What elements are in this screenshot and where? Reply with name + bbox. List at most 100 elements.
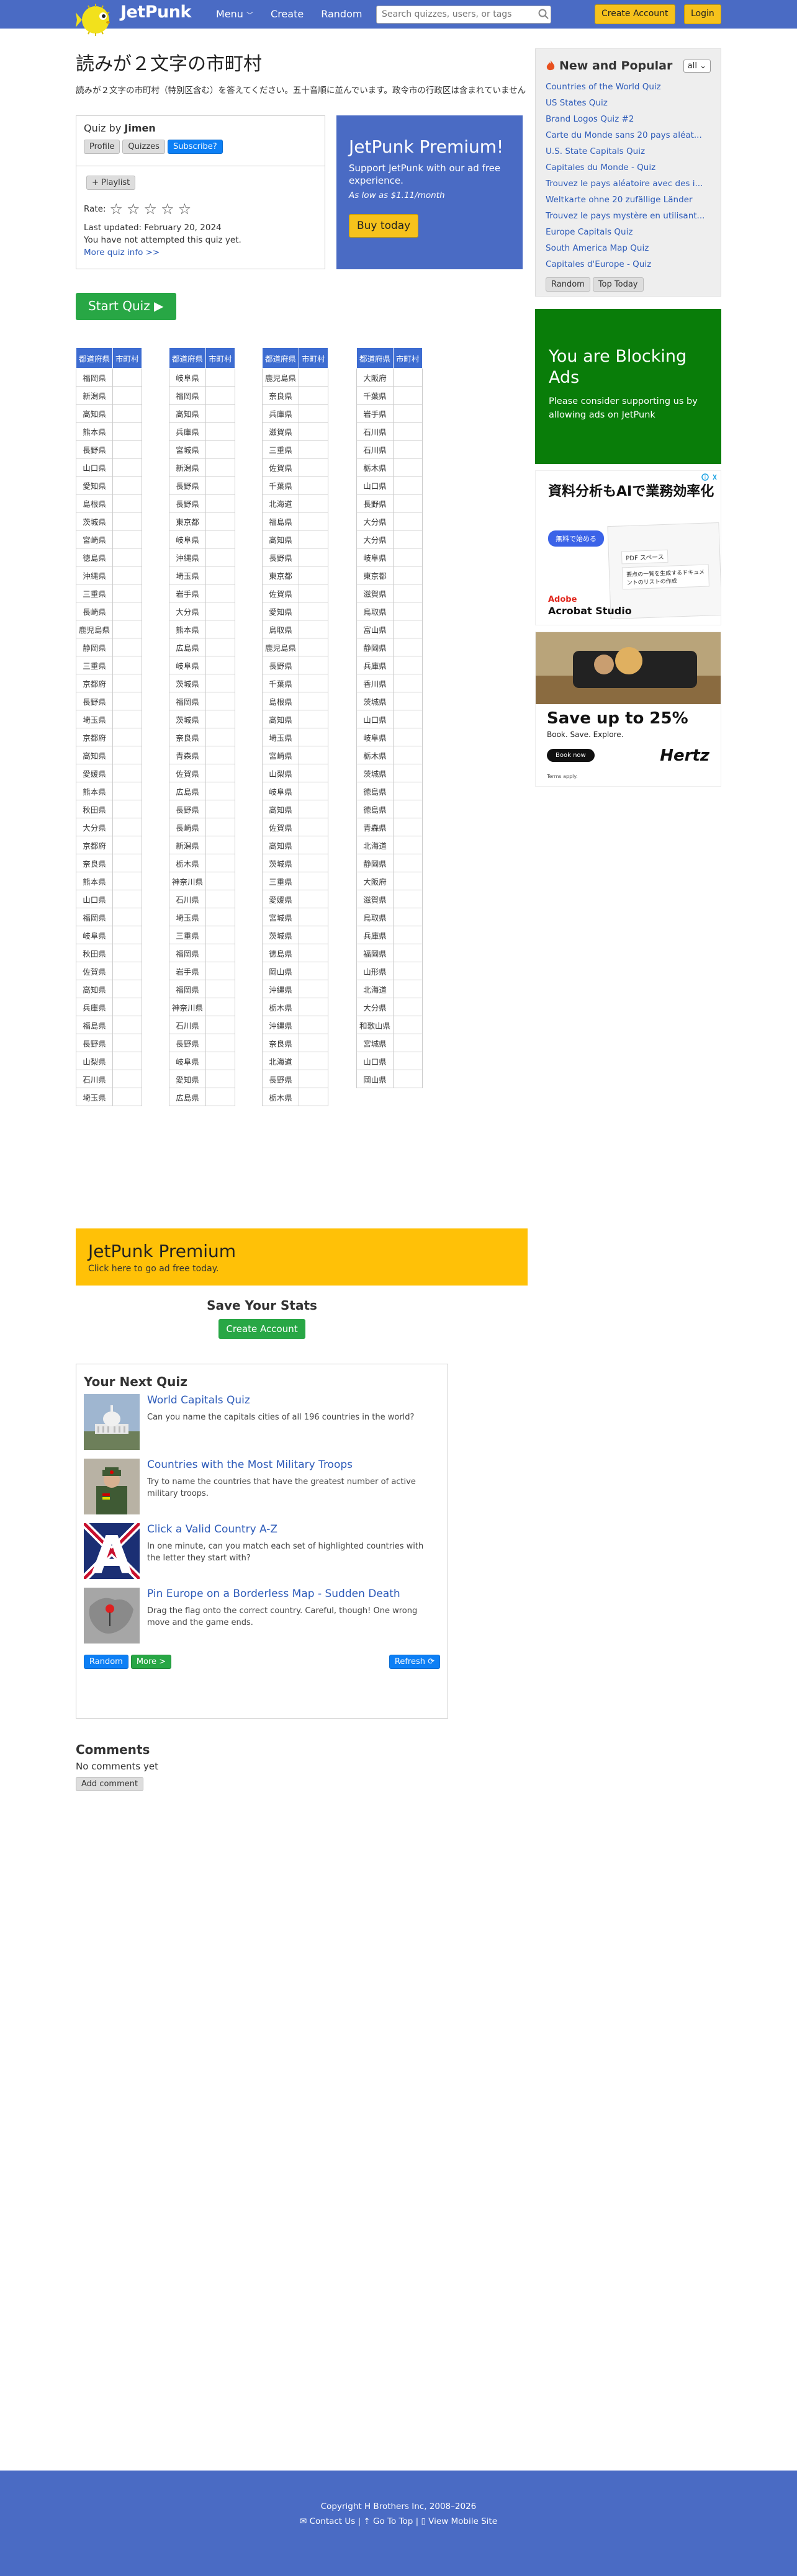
answer-cell[interactable] [112, 404, 142, 423]
answer-cell[interactable] [112, 836, 142, 854]
answer-cell[interactable] [112, 620, 142, 638]
answer-cell[interactable] [393, 422, 423, 441]
star-icon[interactable]: ☆ [161, 200, 174, 218]
answer-cell[interactable] [393, 980, 423, 998]
answer-cell[interactable] [393, 476, 423, 494]
answer-cell[interactable] [299, 962, 328, 980]
answer-cell[interactable] [205, 962, 235, 980]
answer-cell[interactable] [393, 908, 423, 926]
answer-cell[interactable] [112, 602, 142, 620]
answer-cell[interactable] [299, 764, 328, 782]
answer-cell[interactable] [299, 890, 328, 908]
answer-cell[interactable] [299, 1052, 328, 1070]
answer-cell[interactable] [112, 1034, 142, 1052]
answer-cell[interactable] [112, 872, 142, 890]
popular-quiz-link[interactable]: Countries of the World Quiz [546, 79, 712, 95]
answer-cell[interactable] [393, 620, 423, 638]
star-icon[interactable]: ☆ [127, 200, 140, 218]
next-quiz-item[interactable]: Countries with the Most Military Troops … [84, 1459, 438, 1517]
answer-cell[interactable] [205, 854, 235, 872]
adobe-ad[interactable]: i 資料分析もAIで業務効率化 無料で始める PDF スペース 要点の一覧を生成… [535, 470, 721, 625]
answer-cell[interactable] [393, 1070, 423, 1088]
popular-quiz-link[interactable]: Capitales d'Europe - Quiz [546, 256, 712, 272]
popular-quiz-link[interactable]: US States Quiz [546, 95, 712, 111]
refresh-button[interactable]: Refresh ⟳ [389, 1655, 440, 1669]
answer-cell[interactable] [112, 746, 142, 764]
answer-cell[interactable] [393, 440, 423, 458]
answer-cell[interactable] [299, 854, 328, 872]
next-quiz-title[interactable]: Click a Valid Country A-Z [147, 1523, 277, 1536]
next-quiz-item[interactable]: Pin Europe on a Borderless Map - Sudden … [84, 1588, 438, 1646]
random-quiz-button[interactable]: Random [84, 1655, 128, 1669]
sidebar-random-button[interactable]: Random [546, 277, 590, 292]
answer-cell[interactable] [393, 566, 423, 584]
star-icon[interactable]: ☆ [178, 200, 192, 218]
popular-quiz-link[interactable]: Europe Capitals Quiz [546, 224, 712, 240]
answer-cell[interactable] [299, 944, 328, 962]
answer-cell[interactable] [205, 1088, 235, 1106]
star-icon[interactable]: ☆ [144, 200, 158, 218]
answer-cell[interactable] [393, 944, 423, 962]
answer-cell[interactable] [299, 440, 328, 458]
answer-cell[interactable] [205, 566, 235, 584]
answer-cell[interactable] [393, 674, 423, 692]
answer-cell[interactable] [299, 476, 328, 494]
answer-cell[interactable] [299, 620, 328, 638]
answer-cell[interactable] [205, 1016, 235, 1034]
answer-cell[interactable] [205, 440, 235, 458]
answer-cell[interactable] [205, 782, 235, 800]
answer-cell[interactable] [299, 1070, 328, 1088]
answer-cell[interactable] [393, 602, 423, 620]
answer-cell[interactable] [112, 566, 142, 584]
answer-cell[interactable] [393, 782, 423, 800]
popular-quiz-link[interactable]: Carte du Monde sans 20 pays aléat... [546, 127, 712, 143]
answer-cell[interactable] [205, 494, 235, 512]
answer-cell[interactable] [205, 386, 235, 405]
profile-button[interactable]: Profile [84, 140, 120, 154]
answer-cell[interactable] [393, 1052, 423, 1070]
answer-cell[interactable] [299, 980, 328, 998]
answer-cell[interactable] [299, 566, 328, 584]
answer-cell[interactable] [393, 818, 423, 836]
answer-cell[interactable] [205, 548, 235, 566]
answer-cell[interactable] [299, 1034, 328, 1052]
answer-cell[interactable] [299, 368, 328, 387]
answer-cell[interactable] [205, 656, 235, 674]
answer-cell[interactable] [299, 710, 328, 728]
star-icon[interactable]: ☆ [110, 200, 124, 218]
answer-cell[interactable] [299, 782, 328, 800]
answer-cell[interactable] [112, 638, 142, 656]
answer-cell[interactable] [393, 962, 423, 980]
answer-cell[interactable] [205, 674, 235, 692]
answer-cell[interactable] [112, 818, 142, 836]
quizzes-button[interactable]: Quizzes [122, 140, 165, 154]
answer-cell[interactable] [112, 854, 142, 872]
answer-cell[interactable] [205, 908, 235, 926]
next-quiz-title[interactable]: Pin Europe on a Borderless Map - Sudden … [147, 1588, 400, 1600]
footer-links[interactable]: ✉ Contact Us | ⇡ Go To Top | ▯ View Mobi… [0, 2516, 797, 2526]
answer-cell[interactable] [393, 800, 423, 818]
answer-cell[interactable] [205, 1052, 235, 1070]
answer-cell[interactable] [112, 548, 142, 566]
popular-quiz-link[interactable]: Brand Logos Quiz #2 [546, 111, 712, 127]
answer-cell[interactable] [205, 1034, 235, 1052]
answer-cell[interactable] [205, 476, 235, 494]
popular-quiz-link[interactable]: South America Map Quiz [546, 240, 712, 256]
answer-cell[interactable] [205, 512, 235, 530]
start-quiz-button[interactable]: Start Quiz ▶ [76, 293, 176, 320]
answer-cell[interactable] [393, 746, 423, 764]
answer-cell[interactable] [299, 584, 328, 602]
answer-cell[interactable] [299, 512, 328, 530]
answer-cell[interactable] [393, 512, 423, 530]
answer-cell[interactable] [393, 548, 423, 566]
answer-cell[interactable] [205, 818, 235, 836]
next-quiz-item[interactable]: World Capitals Quiz Can you name the cap… [84, 1394, 438, 1452]
next-quiz-item[interactable]: A Click a Valid Country A-Z In one minut… [84, 1523, 438, 1581]
popular-quiz-link[interactable]: U.S. State Capitals Quiz [546, 143, 712, 159]
answer-cell[interactable] [205, 746, 235, 764]
answer-cell[interactable] [112, 584, 142, 602]
answer-cell[interactable] [393, 998, 423, 1016]
answer-cell[interactable] [205, 1070, 235, 1088]
answer-cell[interactable] [205, 404, 235, 423]
answer-cell[interactable] [299, 818, 328, 836]
